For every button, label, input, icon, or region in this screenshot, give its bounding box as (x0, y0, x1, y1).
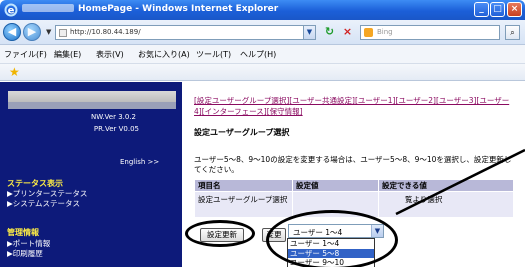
table-row: 設定ユーザーグループ選択 覧より選択 (194, 191, 514, 218)
link-interface[interactable]: [インターフェース] (202, 107, 267, 116)
sidebar-banner (8, 91, 176, 102)
menu-tools[interactable]: ツール(T) (196, 49, 231, 60)
sidebar-item-print-history[interactable]: ▶印刷履歴 (7, 248, 43, 259)
search-button[interactable]: ⌕ (505, 25, 520, 40)
minimize-button[interactable]: _ (474, 2, 489, 17)
link-maintenance[interactable]: [保守情報] (267, 107, 303, 116)
favorites-bar: ★ (0, 64, 525, 81)
link-user-1[interactable]: [ユーザー1] (355, 96, 395, 105)
admin-heading: 管理情報 (7, 228, 39, 237)
pr-version: PR.Ver V0.05 (93, 125, 139, 133)
menu-file[interactable]: ファイル(F) (4, 49, 47, 60)
history-dropdown-icon[interactable]: ▼ (46, 28, 51, 36)
refresh-icon[interactable]: ↻ (322, 25, 337, 40)
address-bar[interactable]: http://10.80.44.189/ ▼ (55, 25, 316, 40)
menu-bar: ファイル(F) 編集(E) 表示(V) お気に入り(A) ツール(T) ヘルプ(… (0, 45, 525, 64)
english-link[interactable]: English >> (120, 158, 159, 166)
header-item-name: 項目名 (194, 179, 293, 192)
section-heading: 設定ユーザーグループ選択 (194, 128, 290, 137)
search-box[interactable]: Bing (360, 25, 500, 40)
address-dropdown-icon[interactable]: ▼ (303, 26, 315, 39)
settings-table: 項目名 設定値 設定できる値 設定ユーザーグループ選択 覧より選択 (194, 179, 514, 218)
svg-text:e: e (8, 6, 15, 17)
table-header-row: 項目名 設定値 設定できる値 (194, 179, 514, 192)
sidebar-item-system-status[interactable]: ▶システムステータス (7, 198, 80, 209)
page-icon (59, 29, 67, 37)
title-bar: e HomePage - Windows Internet Explorer _… (0, 0, 525, 20)
navigation-bar: ◀ ▶ ▼ http://10.80.44.189/ ▼ ↻ × Bing ⌕ (0, 20, 525, 45)
user-group-dropdown-list: ユーザー 1～4 ユーザー 5～8 ユーザー 9～10 (287, 238, 375, 267)
change-button[interactable]: 変更 (262, 228, 286, 242)
row-setting-cell (292, 191, 379, 218)
forward-button[interactable]: ▶ (23, 23, 41, 41)
chevron-down-icon[interactable]: ▼ (371, 225, 383, 237)
nw-version: NW.Ver 3.0.2 (90, 113, 136, 121)
address-text[interactable]: http://10.80.44.189/ (70, 28, 141, 36)
link-user-group-select[interactable]: [設定ユーザーグループ選択] (194, 96, 289, 105)
link-user-2[interactable]: [ユーザー2] (395, 96, 435, 105)
window-title: HomePage - Windows Internet Explorer (22, 4, 278, 14)
maximize-button[interactable]: □ (490, 2, 505, 17)
ie-logo-icon: e (4, 3, 18, 17)
menu-help[interactable]: ヘルプ(H) (240, 49, 276, 60)
header-setting-value: 設定値 (292, 179, 379, 192)
menu-favorites[interactable]: お気に入り(A) (138, 49, 190, 60)
settings-nav-links: [設定ユーザーグループ選択][ユーザー共通設定][ユーザー1][ユーザー2][ユ… (194, 95, 512, 117)
link-user-common[interactable]: [ユーザー共通設定] (289, 96, 355, 105)
user-group-select[interactable]: ユーザー 1～4 ▼ (288, 224, 384, 238)
sidebar: NW.Ver 3.0.2 PR.Ver V0.05 English >> ステー… (0, 82, 182, 267)
favorites-star-icon[interactable]: ★ (9, 65, 20, 79)
description-text: ユーザー5～8、9～10の設定を変更する場合は、ユーザー5～8、9～10を選択し… (194, 155, 512, 174)
header-allowed-values: 設定できる値 (378, 179, 514, 192)
row-item-name: 設定ユーザーグループ選択 (194, 191, 293, 218)
sidebar-banner-band (8, 102, 176, 109)
option-user-1-4[interactable]: ユーザー 1～4 (288, 239, 374, 249)
update-settings-button[interactable]: 設定更新 (200, 228, 244, 242)
link-user-3[interactable]: [ユーザー3] (436, 96, 476, 105)
stop-icon[interactable]: × (340, 25, 355, 40)
menu-edit[interactable]: 編集(E) (54, 49, 81, 60)
select-value: ユーザー 1～4 (293, 228, 343, 237)
menu-view[interactable]: 表示(V) (96, 49, 124, 60)
option-user-5-8[interactable]: ユーザー 5～8 (288, 248, 374, 258)
option-user-9-10[interactable]: ユーザー 9～10 (288, 258, 374, 267)
back-button[interactable]: ◀ (3, 23, 21, 41)
close-button[interactable]: × (507, 2, 522, 17)
blurred-title-fragment (22, 4, 74, 12)
row-allowed-values: 覧より選択 (378, 191, 514, 218)
search-input[interactable]: Bing (377, 28, 393, 36)
bing-icon (364, 28, 373, 37)
